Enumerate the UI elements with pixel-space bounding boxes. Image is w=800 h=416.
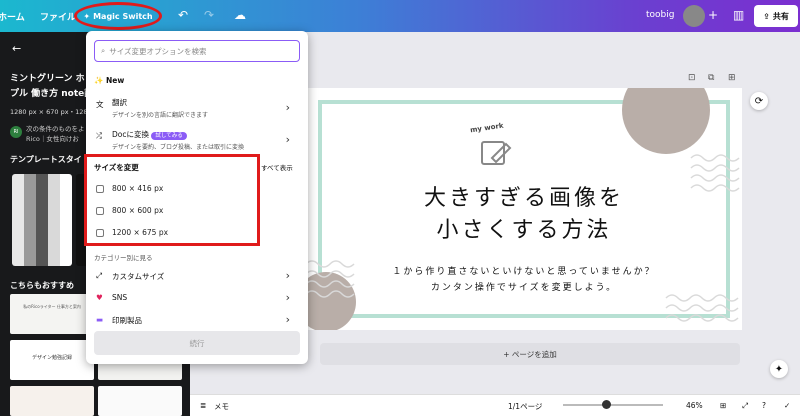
- new-label: ✨ New: [94, 76, 300, 85]
- try-badge: 試してみる: [151, 132, 187, 140]
- recommend-thumb-6[interactable]: [98, 386, 182, 416]
- top-bar: ホーム ファイル ✦ Magic Switch ↶ ↷ ☁ toobig + ▥…: [0, 0, 800, 32]
- creator-avatar: RI: [10, 126, 22, 138]
- magic-switch-button[interactable]: ✦ Magic Switch: [74, 2, 162, 30]
- new-sparkle-icon: ✨: [94, 76, 104, 85]
- recommend-heading: こちらもおすすめ: [10, 281, 74, 290]
- cloud-save-icon[interactable]: ☁: [234, 8, 246, 22]
- template-dimensions: 1280 px × 670 px・1280: [10, 108, 92, 116]
- magic-assistant-icon[interactable]: ✦: [770, 360, 788, 378]
- canvas-subtext-1: １から作り直さないといけないと思っていませんか？: [392, 267, 656, 277]
- doc-title: Docに変換: [112, 130, 149, 139]
- redo-icon[interactable]: ↷: [204, 8, 214, 22]
- share-button[interactable]: ⇪ 共有: [754, 5, 798, 27]
- share-icon: ⇪: [763, 11, 770, 21]
- share-label: 共有: [772, 11, 789, 21]
- magic-switch-label: Magic Switch: [93, 11, 153, 21]
- translate-option[interactable]: 文 翻訳 デザインを別の言語に翻訳できます ›: [94, 97, 300, 119]
- project-name[interactable]: toobig: [646, 10, 674, 20]
- resize-search-input[interactable]: ⌕ サイズ変更オプションを検索: [94, 40, 300, 62]
- chevron-right-icon: ›: [285, 101, 290, 114]
- translate-title: 翻訳: [112, 98, 127, 107]
- canvas-subtext-2: カンタン操作でサイズを変更しよう。: [430, 283, 618, 293]
- continue-button[interactable]: 続行: [94, 331, 300, 355]
- shuffle-icon: ⤮: [96, 131, 102, 140]
- grid-view-icon[interactable]: ⊞: [720, 401, 726, 410]
- zoom-slider-knob[interactable]: [602, 400, 611, 409]
- file-menu[interactable]: ファイル: [40, 10, 76, 23]
- doc-convert-option[interactable]: ⤮ Docに変換 試してみる デザインを要約、ブログ投稿、または取引に変換 ›: [94, 129, 300, 151]
- refresh-icon[interactable]: ⟳: [750, 92, 768, 110]
- resize-icon: ⤢: [96, 271, 102, 280]
- doc-subtitle: デザインを要約、ブログ投稿、または取引に変換: [112, 144, 245, 151]
- thumb-1-text: 私のRicoライター 仕事方と案内: [23, 304, 81, 309]
- zoom-slider[interactable]: [563, 404, 663, 406]
- print-icon: ▬: [96, 315, 104, 324]
- translate-subtitle: デザインを別の言語に翻訳できます: [112, 112, 209, 119]
- recommend-thumb-3[interactable]: デザイン勉強記録: [10, 340, 94, 380]
- undo-icon[interactable]: ↶: [178, 8, 188, 22]
- new-label-text: New: [105, 76, 125, 85]
- search-icon: ⌕: [101, 46, 106, 55]
- canvas-headline-1: 大きすぎる画像を: [423, 186, 624, 211]
- recommend-thumb-5[interactable]: [10, 386, 94, 416]
- fullscreen-icon[interactable]: ⤢: [742, 401, 748, 411]
- thumb-3-text: デザイン勉強記録: [31, 355, 72, 361]
- bottom-bar: ≣ メモ 1/1ページ 46% ⊞ ⤢ ? ✓: [190, 394, 800, 416]
- edit-pencil-icon: [481, 141, 512, 165]
- chevron-right-icon: ›: [285, 269, 290, 282]
- plus-icon[interactable]: +: [708, 8, 718, 22]
- sns-option[interactable]: ♥ SNS ›: [94, 291, 300, 304]
- show-all-link[interactable]: すべて表示: [261, 162, 293, 172]
- page-indicator[interactable]: 1/1ページ: [508, 401, 542, 412]
- sns-label: SNS: [112, 293, 128, 302]
- check-icon[interactable]: ✓: [784, 401, 790, 410]
- back-arrow-icon[interactable]: ←: [12, 42, 21, 55]
- highlight-box: [84, 154, 260, 246]
- recommend-thumb-1[interactable]: 私のRicoライター 仕事方と案内: [10, 294, 94, 334]
- print-label: 印刷製品: [112, 316, 142, 325]
- duplicate-icon[interactable]: ⧉: [708, 73, 714, 83]
- analytics-icon[interactable]: ▥: [733, 8, 744, 22]
- custom-size-label: カスタムサイズ: [112, 272, 165, 281]
- zoom-level[interactable]: 46%: [686, 401, 703, 410]
- custom-size-option[interactable]: ⤢ カスタムサイズ ›: [94, 269, 300, 282]
- chevron-right-icon: ›: [285, 291, 290, 304]
- translate-icon: 文: [96, 100, 104, 109]
- home-menu[interactable]: ホーム: [0, 10, 25, 23]
- doc-title-row: Docに変換 試してみる: [112, 129, 300, 140]
- category-label: カテゴリー別に見る: [94, 254, 153, 262]
- sparkle-icon: ✦: [83, 11, 91, 21]
- notes-icon[interactable]: ≣: [200, 401, 206, 410]
- template-style-heading: テンプレートスタイ: [10, 155, 82, 164]
- design-canvas[interactable]: my work 大きすぎる画像を 小さくする方法 １から作り直さないといけないと…: [306, 88, 742, 330]
- add-page-icon[interactable]: ⊞: [728, 73, 736, 83]
- add-page-button[interactable]: + ページを追加: [320, 343, 740, 365]
- chevron-right-icon: ›: [285, 315, 290, 325]
- help-icon[interactable]: ?: [762, 401, 766, 410]
- search-placeholder: サイズ変更オプションを検索: [109, 46, 207, 56]
- chevron-right-icon: ›: [285, 133, 290, 146]
- lock-icon[interactable]: ⊡: [688, 73, 696, 83]
- notes-button[interactable]: メモ: [214, 401, 229, 412]
- print-option[interactable]: ▬ 印刷製品 ›: [94, 315, 300, 325]
- canvas-headline-2: 小さくする方法: [436, 218, 612, 243]
- style-swatch[interactable]: [12, 174, 72, 266]
- heart-icon: ♥: [96, 293, 103, 302]
- avatar[interactable]: [683, 5, 705, 27]
